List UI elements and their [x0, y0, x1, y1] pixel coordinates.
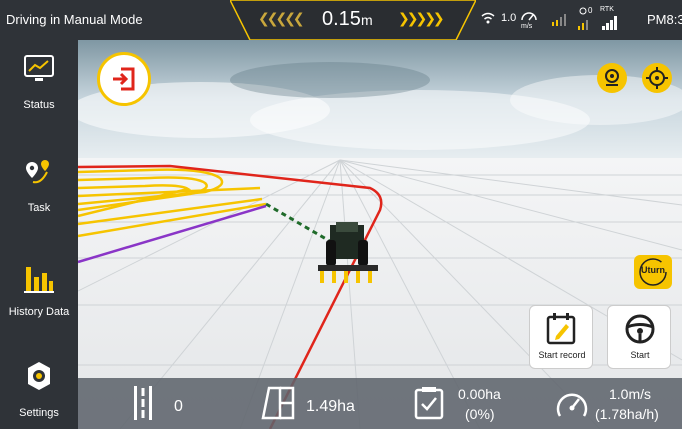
settings-gear-icon	[28, 362, 50, 390]
wifi-icon	[481, 12, 495, 24]
history-bars-icon	[24, 267, 54, 293]
bottom-stats-bar: 0 1.49ha 0.00ha (0%) 1.0m/s (1.78ha/h)	[78, 378, 682, 429]
field-area: 1.49ha	[260, 378, 370, 429]
sidebar-label-settings: Settings	[19, 407, 59, 419]
line-count-value: 0	[174, 398, 183, 415]
field-area-value: 1.49ha	[306, 398, 355, 415]
start-label: Start	[630, 350, 650, 360]
satellite-count: 0	[588, 6, 593, 15]
camera-icon	[605, 69, 619, 86]
speed-unit: m/s	[521, 23, 533, 30]
worked-area-check-icon	[414, 387, 444, 420]
left-sidebar: Status Task History Data Settings	[0, 40, 78, 429]
offset-right-arrows-icon: ❯❯❯❯❯	[398, 10, 445, 26]
satellite-signal-icon	[578, 20, 588, 30]
locate-button[interactable]	[642, 63, 672, 93]
exit-icon	[113, 67, 135, 91]
field-area-icon	[261, 386, 295, 420]
sidebar-item-history-data[interactable]: History Data	[0, 263, 78, 343]
camera-view-button[interactable]	[597, 63, 627, 93]
driving-mode-label: Driving in Manual Mode	[6, 12, 143, 27]
guidance-lines-icon	[134, 386, 152, 420]
uturn-label: Uturn	[641, 265, 665, 275]
work-rate-value: (1.78ha/h)	[595, 406, 659, 422]
sidebar-label-history-data: History Data	[8, 306, 70, 318]
rtk-label: RTK	[600, 6, 614, 13]
start-record-label: Start record	[538, 350, 586, 360]
worked-area: 0.00ha (0%)	[414, 378, 524, 429]
clock: PM8:32	[647, 12, 682, 27]
work-speed: 1.0m/s (1.78ha/h)	[554, 378, 682, 429]
task-route-icon	[26, 160, 49, 184]
satellite-icon	[579, 7, 587, 15]
status-chart-icon	[24, 55, 54, 81]
offset-indicator: ❮❮❮❮❮ 0.15m ❯❯❯❯❯	[230, 0, 476, 40]
worked-percent-value: (0%)	[465, 406, 495, 422]
sidebar-item-status[interactable]: Status	[0, 52, 78, 132]
start-record-button[interactable]: Start record	[529, 305, 593, 369]
speedometer-small-icon	[521, 12, 537, 21]
top-status-bar: Driving in Manual Mode ❮❮❮❮❮ 0.15m ❯❯❯❯❯…	[0, 0, 682, 40]
speedometer-icon	[556, 393, 588, 417]
worked-area-value: 0.00ha	[458, 386, 501, 402]
exit-button[interactable]	[97, 52, 151, 106]
offset-left-arrows-icon: ❮❮❮❮❮	[258, 10, 305, 26]
guidance-line-count: 0	[132, 378, 212, 429]
crosshair-icon	[646, 67, 668, 89]
signal-bars-icon	[552, 14, 566, 26]
uturn-button[interactable]: Uturn	[634, 255, 672, 289]
sidebar-item-task[interactable]: Task	[0, 158, 78, 238]
sidebar-item-settings[interactable]: Settings	[0, 360, 78, 429]
work-speed-value: 1.0m/s	[609, 386, 652, 402]
steering-wheel-icon	[625, 314, 655, 344]
sidebar-label-task: Task	[27, 202, 51, 214]
record-calendar-icon	[546, 313, 576, 345]
speed-reading: 1.0	[501, 12, 517, 24]
offset-distance: 0.15m	[322, 8, 373, 30]
rtk-signal-icon	[602, 16, 617, 30]
sidebar-label-status: Status	[23, 99, 55, 111]
start-button[interactable]: Start	[607, 305, 671, 369]
